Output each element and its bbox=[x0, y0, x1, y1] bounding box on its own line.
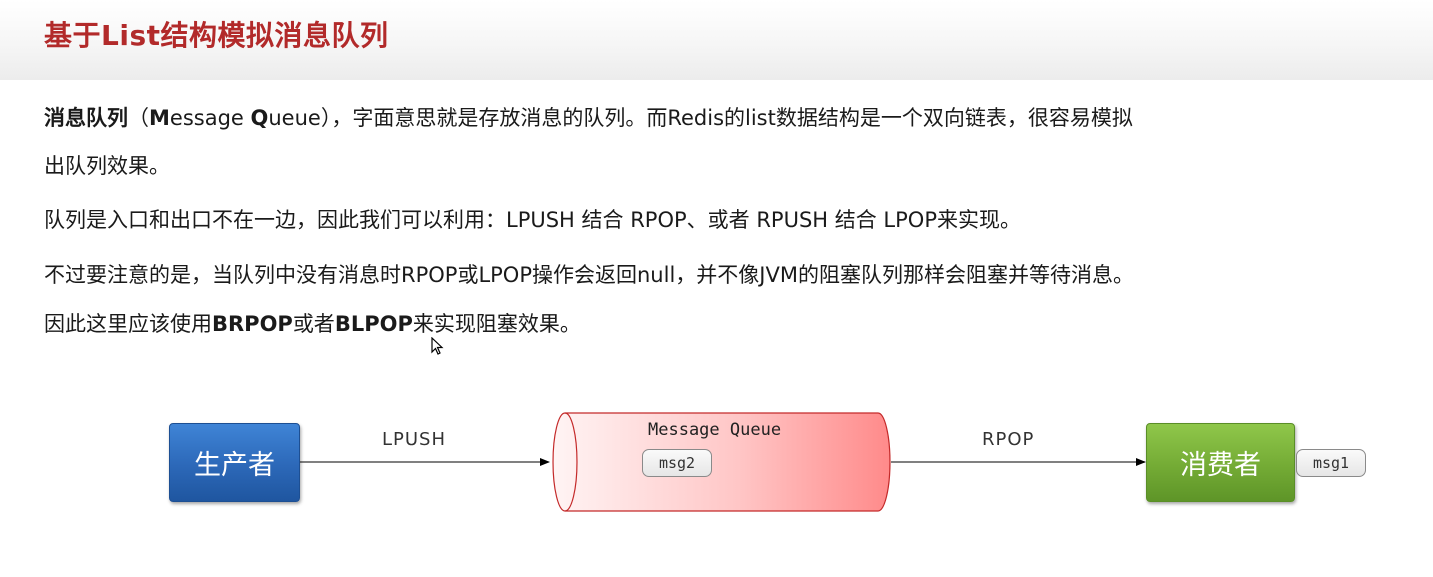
message-queue-label: Message Queue bbox=[648, 420, 782, 440]
lpush-label: LPUSH bbox=[382, 429, 447, 450]
message-pill-in-queue: msg2 bbox=[642, 449, 712, 477]
message-pill-consumed: msg1 bbox=[1296, 449, 1366, 477]
producer-label: 生产者 bbox=[194, 450, 275, 481]
rpop-label: RPOP bbox=[982, 429, 1035, 450]
producer-box: 生产者 bbox=[169, 423, 300, 502]
consumer-box: 消费者 bbox=[1146, 423, 1295, 502]
consumer-label: 消费者 bbox=[1180, 450, 1261, 481]
